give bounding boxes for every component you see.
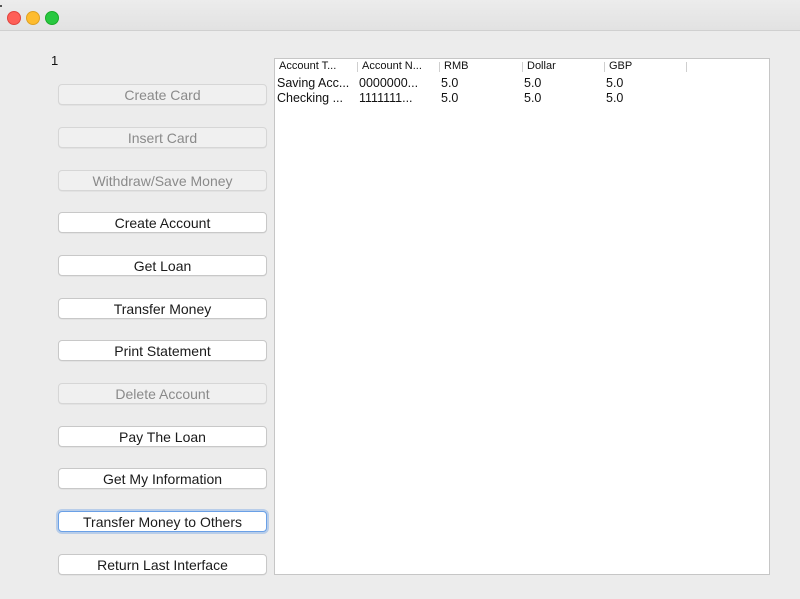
transfer-money-button[interactable]: Transfer Money (58, 298, 267, 319)
cell-account-type: Checking ... (277, 91, 344, 105)
pay-the-loan-button[interactable]: Pay The Loan (58, 426, 267, 447)
table-header: Account T... Account N... RMB Dollar GBP (275, 59, 769, 74)
column-header-account-number[interactable]: Account N... (358, 60, 439, 73)
table-row[interactable]: Checking ... 1111111... 5.0 5.0 5.0 (275, 91, 769, 106)
cell-rmb: 5.0 (441, 76, 459, 90)
cell-rmb: 5.0 (441, 91, 459, 105)
user-id-label: 1 (51, 53, 59, 68)
delete-account-button[interactable]: Delete Account (58, 383, 267, 404)
cell-gbp: 5.0 (606, 76, 624, 90)
withdraw-save-money-button[interactable]: Withdraw/Save Money (58, 170, 267, 191)
table-row[interactable]: Saving Acc... 0000000... 5.0 5.0 5.0 (275, 76, 769, 91)
print-statement-button[interactable]: Print Statement (58, 340, 267, 361)
get-my-information-button[interactable]: Get My Information (58, 468, 267, 489)
cell-account-number: 1111111... (359, 91, 413, 105)
column-header-empty[interactable] (687, 60, 769, 73)
get-loan-button[interactable]: Get Loan (58, 255, 267, 276)
column-header-rmb[interactable]: RMB (440, 60, 522, 73)
app-window: 1 Create Card Insert Card Withdraw/Save … (0, 0, 800, 599)
column-header-dollar[interactable]: Dollar (523, 60, 604, 73)
column-header-gbp[interactable]: GBP (605, 60, 686, 73)
cell-account-number: 0000000... (359, 76, 419, 90)
accounts-table[interactable]: Account T... Account N... RMB Dollar GBP… (274, 58, 770, 575)
transfer-money-to-others-button[interactable]: Transfer Money to Others (58, 511, 267, 532)
close-window-button[interactable] (7, 11, 21, 25)
cell-dollar: 5.0 (524, 91, 542, 105)
create-account-button[interactable]: Create Account (58, 212, 267, 233)
title-bar (0, 0, 800, 31)
zoom-window-button[interactable] (45, 11, 59, 25)
cell-gbp: 5.0 (606, 91, 624, 105)
insert-card-button[interactable]: Insert Card (58, 127, 267, 148)
create-card-button[interactable]: Create Card (58, 84, 267, 105)
minimize-window-button[interactable] (26, 11, 40, 25)
column-header-account-type[interactable]: Account T... (275, 60, 357, 73)
window-corner-mark (0, 5, 2, 7)
return-last-interface-button[interactable]: Return Last Interface (58, 554, 267, 575)
cell-dollar: 5.0 (524, 76, 542, 90)
cell-account-type: Saving Acc... (277, 76, 350, 90)
